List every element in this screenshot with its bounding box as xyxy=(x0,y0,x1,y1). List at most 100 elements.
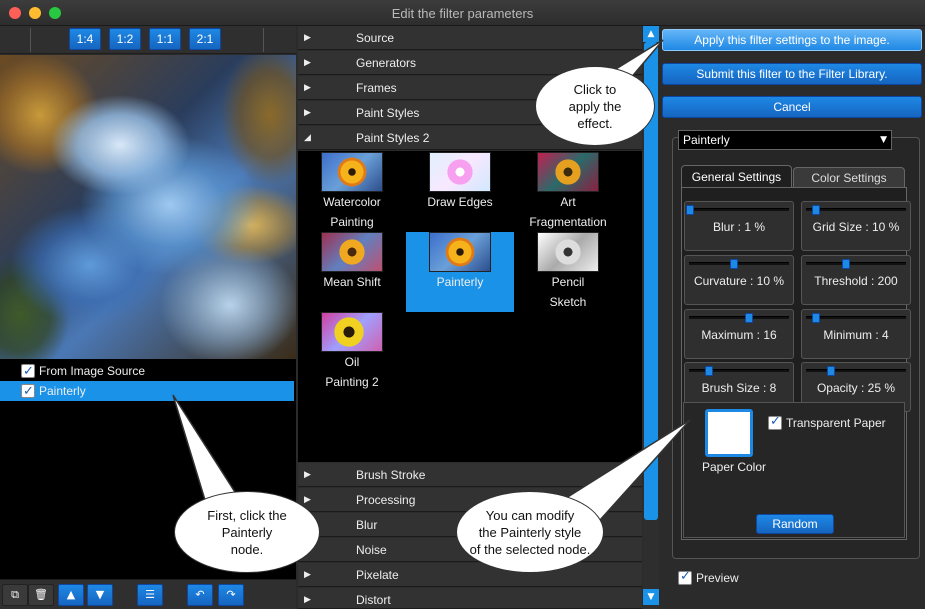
scroll-down-icon[interactable]: ▼ xyxy=(643,589,659,605)
slider-handle[interactable] xyxy=(812,313,820,323)
slider-handle[interactable] xyxy=(686,205,694,215)
zoom-toolbar: 1:4 1:2 1:1 2:1 xyxy=(0,26,296,54)
callout-apply: Click to apply the effect. xyxy=(535,66,655,146)
dropdown-arrow-icon: ▼ xyxy=(880,135,887,145)
category-distort[interactable]: ▶ Distort xyxy=(298,588,642,609)
filter-thumbnail xyxy=(321,312,383,352)
transparent-paper-checkbox[interactable]: Transparent Paper xyxy=(768,414,886,431)
scroll-up-icon[interactable]: ▲ xyxy=(643,26,659,42)
zoom-1-2-button[interactable]: 1:2 xyxy=(109,28,141,50)
blur-slider[interactable]: Blur : 1 % xyxy=(684,201,794,251)
category-label: Pixelate xyxy=(356,568,399,582)
slider-handle[interactable] xyxy=(705,366,713,376)
category-brush-stroke[interactable]: ▶ Brush Stroke xyxy=(298,463,642,487)
minimum-slider[interactable]: Minimum : 4 xyxy=(801,309,911,359)
filter-gallery: Watercolor Painting Draw Edges Art Fragm… xyxy=(298,151,642,462)
expand-arrow-icon: ▶ xyxy=(304,108,311,118)
node-enabled-checkbox[interactable] xyxy=(21,362,35,382)
zoom-2-1-button[interactable]: 2:1 xyxy=(189,28,221,50)
collapse-arrow-icon: ◢ xyxy=(304,133,311,143)
grid-size-label: Grid Size : 10 % xyxy=(812,220,900,234)
random-button[interactable]: Random xyxy=(756,514,834,534)
paper-color-swatch[interactable] xyxy=(705,409,753,457)
filter-art-fragmentation[interactable]: Art Fragmentation xyxy=(514,152,622,232)
tab-general-settings[interactable]: General Settings xyxy=(681,165,792,187)
filter-label: Sketch xyxy=(549,295,587,309)
filter-pencil-sketch[interactable]: Pencil Sketch xyxy=(514,232,622,312)
delete-icon[interactable]: 🗑 xyxy=(28,584,54,606)
submit-to-library-button[interactable]: Submit this filter to the Filter Library… xyxy=(662,63,922,85)
filter-select-value: Painterly xyxy=(683,133,730,147)
filter-label: Watercolor xyxy=(323,195,381,209)
curvature-label: Curvature : 10 % xyxy=(693,274,785,288)
expand-arrow-icon: ▶ xyxy=(304,595,311,605)
slider-track xyxy=(686,205,789,215)
callout-apply-text: Click to apply the effect. xyxy=(568,81,622,131)
filter-watercolor-painting[interactable]: Watercolor Painting xyxy=(298,152,406,232)
filter-thumbnail xyxy=(537,152,599,192)
category-label: Distort xyxy=(356,593,391,607)
category-pixelate[interactable]: ▶ Pixelate xyxy=(298,563,642,587)
filter-label: Painterly xyxy=(436,275,484,289)
grid-size-slider[interactable]: Grid Size : 10 % xyxy=(801,201,911,251)
toolbar-separator xyxy=(263,28,264,52)
preview-checkbox[interactable]: Preview xyxy=(678,569,739,586)
node-from-image-source[interactable]: From Image Source xyxy=(0,361,294,382)
node-enabled-checkbox[interactable] xyxy=(21,382,35,402)
threshold-slider[interactable]: Threshold : 200 xyxy=(801,255,911,305)
callout-modify: You can modify the Painterly style of th… xyxy=(456,491,604,573)
slider-track xyxy=(806,259,906,269)
minimum-label: Minimum : 4 xyxy=(823,328,889,342)
category-label: Frames xyxy=(356,81,397,95)
cancel-button[interactable]: Cancel xyxy=(662,96,922,118)
threshold-label: Threshold : 200 xyxy=(814,274,898,288)
title-bar: Edit the filter parameters xyxy=(0,0,925,26)
slider-handle[interactable] xyxy=(745,313,753,323)
slider-handle[interactable] xyxy=(827,366,835,376)
expand-arrow-icon: ▶ xyxy=(304,570,311,580)
move-up-icon[interactable]: ▲ xyxy=(58,584,84,606)
slider-track xyxy=(806,313,906,323)
slider-track xyxy=(689,259,789,269)
filter-select[interactable]: Painterly ▼ xyxy=(678,130,892,150)
category-label: Brush Stroke xyxy=(356,468,426,482)
filter-label: Art xyxy=(560,195,576,209)
filter-thumbnail xyxy=(429,232,491,272)
slider-handle[interactable] xyxy=(812,205,820,215)
slider-track xyxy=(689,313,789,323)
curvature-slider[interactable]: Curvature : 10 % xyxy=(684,255,794,305)
image-preview[interactable] xyxy=(0,55,296,359)
slider-handle[interactable] xyxy=(842,259,850,269)
filter-label: Pencil xyxy=(551,275,585,289)
slider-handle[interactable] xyxy=(730,259,738,269)
category-source[interactable]: ▶ Source xyxy=(298,26,642,50)
category-label: Paint Styles 2 xyxy=(356,131,430,145)
filter-painterly[interactable]: Painterly xyxy=(406,232,514,312)
menu-icon[interactable]: ☰ xyxy=(137,584,163,606)
zoom-1-4-button[interactable]: 1:4 xyxy=(69,28,101,50)
filter-draw-edges[interactable]: Draw Edges xyxy=(406,152,514,232)
callout-modify-text: You can modify the Painterly style of th… xyxy=(469,507,591,557)
tab-color-settings[interactable]: Color Settings xyxy=(793,167,905,187)
move-down-icon[interactable]: ▼ xyxy=(87,584,113,606)
checkbox-icon[interactable] xyxy=(678,569,692,585)
zoom-1-1-button[interactable]: 1:1 xyxy=(149,28,181,50)
callout-first-text: First, click the Painterly node. xyxy=(207,507,287,557)
filter-oil-painting-2[interactable]: Oil Painting 2 xyxy=(298,312,406,392)
filter-thumbnail xyxy=(537,232,599,272)
checkbox-icon[interactable] xyxy=(768,414,782,430)
new-layer-icon[interactable]: ⧉ xyxy=(2,584,28,606)
expand-arrow-icon: ▶ xyxy=(304,33,311,43)
filter-mean-shift[interactable]: Mean Shift xyxy=(298,232,406,312)
node-painterly[interactable]: Painterly xyxy=(0,381,294,402)
redo-icon[interactable]: ↷ xyxy=(218,584,244,606)
node-label: From Image Source xyxy=(39,364,146,378)
maximum-slider[interactable]: Maximum : 16 xyxy=(684,309,794,359)
filter-label: Fragmentation xyxy=(529,215,607,229)
toolbar-separator xyxy=(30,28,31,52)
category-label: Paint Styles xyxy=(356,106,420,120)
category-label: Blur xyxy=(356,518,378,532)
apply-button[interactable]: Apply this filter settings to the image. xyxy=(662,29,922,51)
undo-icon[interactable]: ↶ xyxy=(187,584,213,606)
filter-thumbnail xyxy=(429,152,491,192)
